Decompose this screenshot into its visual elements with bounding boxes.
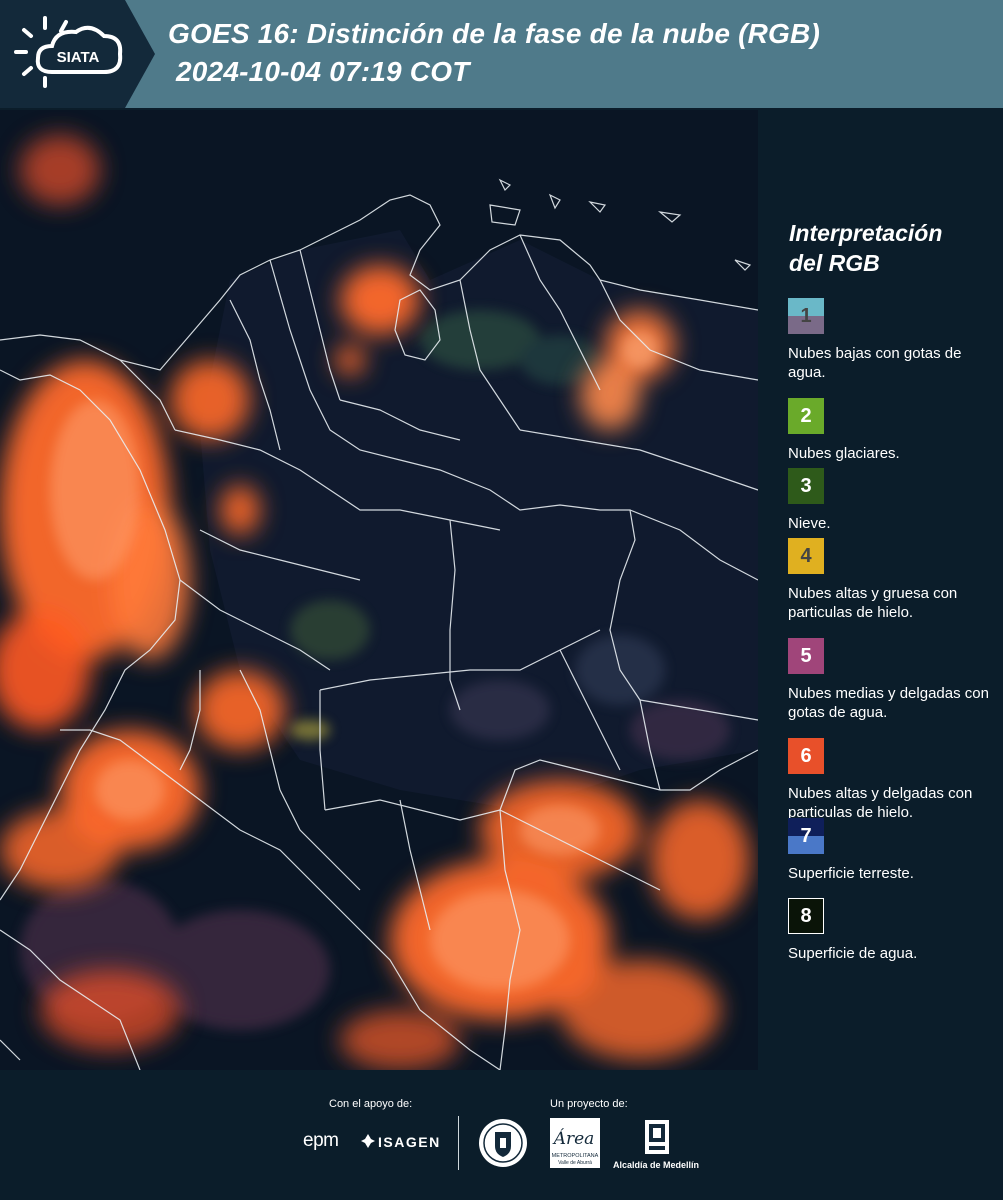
legend-number-8: 8 (800, 904, 812, 927)
legend-number-3: 3 (800, 474, 812, 497)
legend-title: Interpretación del RGB (789, 218, 989, 278)
header-bar: SIATA GOES 16: Distinción de la fase de … (0, 0, 1003, 108)
support-label: Con el apoyo de: (329, 1098, 413, 1110)
epm-logo: epm (303, 1130, 339, 1151)
medellin-seal-icon (479, 1119, 527, 1167)
legend-title-line1: Interpretación (789, 220, 943, 246)
legend-label-1: Nubes bajas con gotas de agua. (788, 345, 962, 381)
legend-number-1: 1 (800, 304, 812, 327)
svg-text:SIATA: SIATA (57, 49, 100, 66)
svg-text:METROPOLITANA: METROPOLITANA (552, 1153, 599, 1159)
legend-swatch-8: 8 (788, 898, 824, 934)
satellite-map (0, 110, 758, 1070)
timestamp-title: 2024-10-04 07:19 COT (176, 56, 470, 87)
isagen-logo: ISAGEN (378, 1134, 441, 1150)
alcaldia-label: Alcaldía de Medellín (613, 1160, 700, 1170)
legend-item-2: 2 Nubes glaciares. (788, 398, 1000, 463)
legend-item-4: 4 Nubes altas y gruesa con particulas de … (788, 538, 1000, 622)
legend-item-7: 7 Superficie terreste. (788, 818, 1000, 883)
page-title: GOES 16: Distinción de la fase de la nub… (168, 18, 820, 49)
legend-swatch-2: 2 (788, 398, 824, 434)
footer-divider (458, 1116, 459, 1170)
svg-text:Valle de Aburrá: Valle de Aburrá (558, 1160, 592, 1166)
siata-logo: SIATA (0, 0, 155, 108)
legend-swatch-7: 7 (788, 818, 824, 854)
footer: Con el apoyo de: Un proyecto de: epm ISA… (0, 1070, 1003, 1200)
legend-swatch-1: 1 (788, 298, 824, 334)
legend-item-5: 5 Nubes medias y delgadas con gotas de ag… (788, 638, 1000, 722)
legend-swatch-6: 6 (788, 738, 824, 774)
legend-swatch-3: 3 (788, 468, 824, 504)
legend-number-2: 2 (800, 404, 812, 427)
legend-label-3: Nieve. (788, 515, 831, 532)
legend-label-4: Nubes altas y gruesa con particulas de h… (788, 585, 958, 621)
legend-number-7: 7 (800, 824, 812, 847)
legend-panel: Interpretación del RGB 1 Nubes bajas con … (760, 110, 1003, 1070)
legend-item-6: 6 Nubes altas y delgadas con particulas d… (788, 738, 1000, 822)
legend-label-5: Nubes medias y delgadas con gotas de agu… (788, 685, 989, 721)
legend-item-3: 3 Nieve. (788, 468, 1000, 533)
svg-text:Área: Área (552, 1128, 595, 1149)
legend-item-8: 8 Superficie de agua. (788, 898, 1000, 963)
legend-title-line2: del RGB (789, 250, 880, 276)
alcaldia-shield-icon (645, 1120, 669, 1154)
legend-swatch-5: 5 (788, 638, 824, 674)
area-metropolitana-logo: Área METROPOLITANA Valle de Aburrá (550, 1118, 600, 1168)
legend-label-7: Superficie terreste. (788, 865, 914, 882)
legend-swatch-4: 4 (788, 538, 824, 574)
legend-item-1: 1 Nubes bajas con gotas de agua. (788, 298, 1000, 382)
legend-label-6: Nubes altas y delgadas con particulas de… (788, 785, 973, 821)
legend-label-8: Superficie de agua. (788, 945, 918, 962)
legend-number-6: 6 (800, 744, 812, 767)
legend-label-2: Nubes glaciares. (788, 445, 900, 462)
legend-number-4: 4 (800, 544, 812, 567)
isagen-mark-icon (361, 1134, 375, 1148)
legend-number-5: 5 (800, 644, 812, 667)
project-label: Un proyecto de: (550, 1098, 628, 1110)
